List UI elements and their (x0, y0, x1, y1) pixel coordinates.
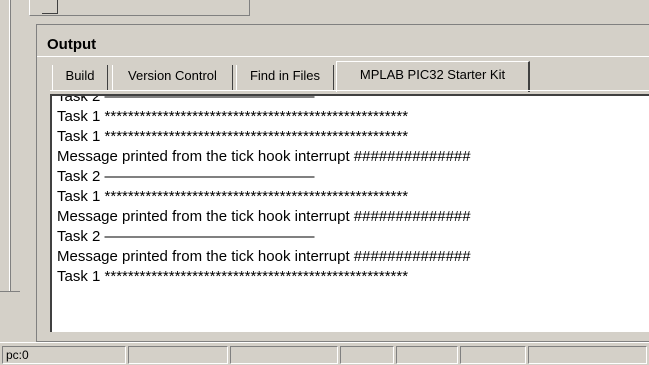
output-line: Message printed from the tick hook inter… (57, 248, 471, 265)
top-toolbar-remnant (29, 0, 250, 16)
tab-build[interactable]: Build (52, 65, 108, 90)
status-cell (230, 346, 338, 364)
output-line: Task 1 *********************************… (57, 188, 409, 205)
output-text-area[interactable]: Task 2 —————————————— Task 1 ***********… (50, 94, 649, 332)
status-cell (528, 346, 647, 364)
output-panel-title: Output (47, 36, 97, 53)
left-frame-edge (0, 0, 10, 292)
output-line: Task 1 *********************************… (57, 108, 409, 125)
output-line: Task 2 —————————————— (57, 228, 315, 245)
status-bar: pc:0 (0, 342, 649, 365)
tab-strip-line (50, 90, 649, 91)
tab-find-in-files[interactable]: Find in Files (236, 65, 334, 90)
output-line: Task 2 —————————————— (57, 168, 315, 185)
output-line: Message printed from the tick hook inter… (57, 208, 471, 225)
tab-mplab-pic32-starter-kit[interactable]: MPLAB PIC32 Starter Kit (336, 61, 530, 92)
title-separator (37, 56, 649, 57)
tab-version-control[interactable]: Version Control (112, 65, 233, 90)
output-title-bar (37, 33, 649, 57)
output-line: Task 2 —————————————— (57, 94, 315, 105)
output-line: Message printed from the tick hook inter… (57, 148, 471, 165)
status-cell (128, 346, 228, 364)
status-cell (340, 346, 394, 364)
top-toolbar-button[interactable] (42, 0, 58, 14)
output-line: Task 1 *********************************… (57, 268, 409, 285)
status-cell (460, 346, 526, 364)
frame-divider (0, 291, 20, 292)
left-frame-inner-edge (10, 0, 20, 292)
status-pc: pc:0 (2, 346, 126, 364)
output-line: Task 1 *********************************… (57, 128, 409, 145)
status-cell (396, 346, 458, 364)
